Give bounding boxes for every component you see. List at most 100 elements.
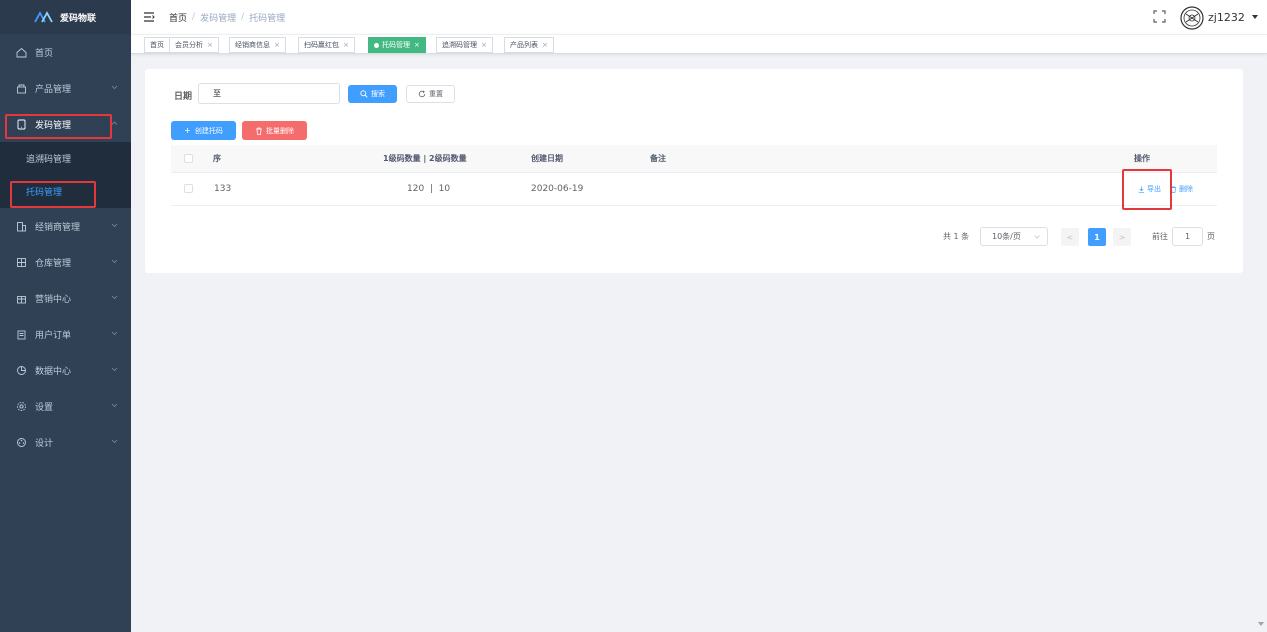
reset-button[interactable]: 重置 — [406, 85, 455, 103]
sidebar-item-design[interactable]: 设计 — [0, 424, 131, 460]
reset-button-label: 重置 — [429, 90, 443, 98]
close-icon[interactable]: × — [343, 41, 349, 49]
sidebar-subitem-trace-code[interactable]: 追溯码管理 — [0, 142, 131, 175]
close-icon[interactable]: × — [542, 41, 548, 49]
gift-icon — [17, 84, 26, 93]
close-icon[interactable]: × — [207, 41, 213, 49]
tag-label: 追溯码管理 — [442, 41, 477, 49]
tag-label: 会员分析 — [175, 41, 203, 49]
date-range-separator: 至 — [213, 89, 221, 98]
pagination-total: 共 1 条 — [943, 232, 970, 241]
cell-created: 2020-06-19 — [531, 184, 584, 194]
fullscreen-icon[interactable] — [1153, 10, 1166, 23]
tag-label: 产品列表 — [510, 41, 538, 49]
sidebar-item-marketing[interactable]: 营销中心 — [0, 280, 131, 316]
pallet-code-table: 序 1级码数量 | 2级码数量 创建日期 备注 操作 133 120 | 10 … — [171, 145, 1217, 206]
sidebar-item-data-center[interactable]: 数据中心 — [0, 352, 131, 388]
search-button-label: 搜索 — [371, 90, 385, 98]
tag-label: 经销商信息 — [235, 41, 270, 49]
building-icon — [17, 221, 26, 231]
chevron-down-icon — [1034, 235, 1040, 239]
create-button-label: 创建托码 — [194, 126, 223, 135]
sidebar-item-product[interactable]: 产品管理 — [0, 70, 131, 106]
tag-label: 托码管理 — [382, 41, 410, 49]
sidebar-item-label: 经销商管理 — [35, 222, 81, 233]
clipboard-icon — [17, 330, 26, 339]
chevron-right-icon: > — [1118, 232, 1126, 242]
chevron-down-icon — [111, 331, 118, 336]
gear-icon — [17, 401, 26, 411]
scroll-down-arrow-icon[interactable] — [1258, 622, 1264, 626]
batch-delete-label: 批量删除 — [266, 126, 294, 135]
sidebar-item-warehouse[interactable]: 仓库管理 — [0, 244, 131, 280]
chevron-down-icon — [111, 295, 118, 300]
page-size-value: 10条/页 — [992, 232, 1021, 241]
header-ops: 操作 — [1134, 154, 1150, 163]
chevron-down-icon — [111, 439, 118, 444]
active-dot-icon — [374, 42, 379, 48]
chevron-down-icon — [111, 367, 118, 372]
tag-pallet-code[interactable]: 托码管理 × — [368, 37, 426, 53]
breadcrumb-home[interactable]: 首页 — [169, 11, 187, 24]
refresh-icon — [418, 90, 426, 98]
row-checkbox[interactable] — [184, 184, 193, 193]
tag-product-list[interactable]: 产品列表 × — [504, 37, 554, 53]
sidebar-item-settings[interactable]: 设置 — [0, 388, 131, 424]
chevron-down-icon — [111, 403, 118, 408]
highlight-box-export — [1122, 169, 1172, 210]
date-filter-label: 日期 — [174, 92, 193, 102]
tag-trace-code[interactable]: 追溯码管理 × — [436, 37, 493, 53]
caret-down-icon[interactable] — [1252, 15, 1258, 19]
page-number-1[interactable]: 1 — [1088, 228, 1106, 246]
goto-page-input[interactable]: 1 — [1172, 227, 1203, 246]
tag-home[interactable]: 首页 — [144, 37, 170, 53]
sidebar-item-home[interactable]: 首页 — [0, 34, 131, 70]
sidebar-item-label: 仓库管理 — [35, 258, 72, 269]
delete-label: 删除 — [1179, 185, 1193, 193]
brand-logo[interactable]: 爱码物联 — [0, 0, 131, 34]
create-pallet-code-button[interactable]: + 创建托码 — [171, 121, 236, 140]
sidebar-subitem-label: 追溯码管理 — [26, 155, 72, 165]
main-panel: 日期 至 搜索 重置 + 创建托码 批量删除 序 1级码数量 | 2级码数量 创… — [145, 69, 1243, 273]
chevron-down-icon — [111, 223, 118, 228]
batch-delete-button[interactable]: 批量删除 — [242, 121, 307, 140]
chevron-down-icon — [111, 85, 118, 90]
chevron-up-icon — [111, 121, 118, 125]
close-icon[interactable]: × — [481, 41, 487, 49]
chevron-left-icon: < — [1066, 232, 1074, 242]
hamburger-menu-icon[interactable] — [143, 11, 155, 23]
tag-member-analysis[interactable]: 会员分析 × — [169, 37, 219, 53]
tag-scan-red-packet[interactable]: 扫码赢红包 × — [298, 37, 355, 53]
close-icon[interactable]: × — [414, 41, 420, 49]
page-suffix: 页 — [1207, 232, 1215, 241]
trash-icon — [256, 127, 262, 135]
select-all-checkbox[interactable] — [184, 153, 193, 163]
sidebar: 爱码物联 首页 产品管理 发码管理 追溯码管理 托码管理 经销商管理 仓库管理 … — [0, 0, 131, 632]
brand-name: 爱码物联 — [60, 13, 97, 24]
username[interactable]: zj1232 — [1208, 11, 1245, 24]
brand-logo-icon — [34, 11, 53, 23]
sidebar-item-label: 设计 — [35, 438, 54, 449]
header-remark: 备注 — [650, 154, 666, 163]
goto-label: 前往 — [1152, 232, 1168, 241]
home-icon — [16, 47, 27, 57]
sidebar-item-dealer[interactable]: 经销商管理 — [0, 208, 131, 244]
sidebar-item-orders[interactable]: 用户订单 — [0, 316, 131, 352]
delete-link[interactable]: 删除 — [1170, 184, 1193, 194]
pie-chart-icon — [17, 365, 26, 375]
sidebar-item-label: 产品管理 — [35, 84, 72, 95]
avatar[interactable] — [1180, 6, 1204, 30]
next-page-button[interactable]: > — [1113, 228, 1131, 246]
sidebar-item-label: 设置 — [35, 402, 54, 413]
grid-icon — [17, 257, 26, 267]
prev-page-button[interactable]: < — [1061, 228, 1079, 246]
search-button[interactable]: 搜索 — [348, 85, 397, 103]
sidebar-item-label: 首页 — [35, 48, 54, 59]
sidebar-item-label: 数据中心 — [35, 366, 72, 377]
header-counts: 1级码数量 | 2级码数量 — [383, 154, 467, 163]
close-icon[interactable]: × — [274, 41, 280, 49]
page-size-select[interactable]: 10条/页 — [980, 227, 1048, 246]
tag-dealer-info[interactable]: 经销商信息 × — [229, 37, 286, 53]
date-range-picker[interactable]: 至 — [198, 83, 340, 104]
cell-seq: 133 — [214, 184, 232, 194]
